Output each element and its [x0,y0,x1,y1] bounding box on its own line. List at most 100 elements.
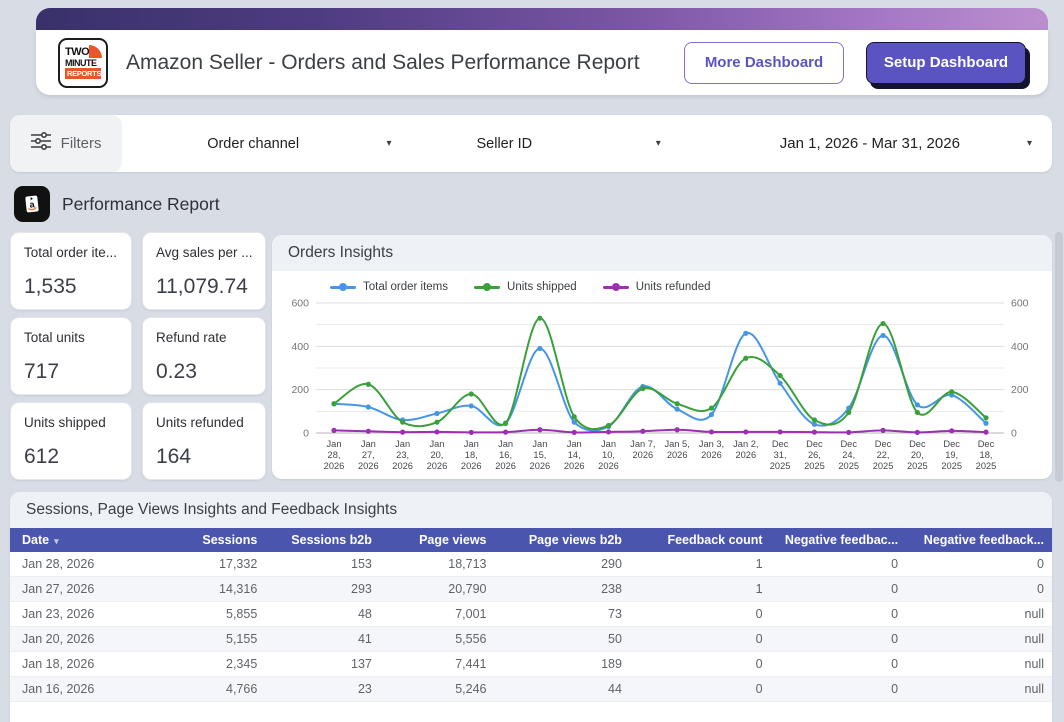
svg-text:Jan 2,: Jan 2, [733,439,758,449]
table-row: Jan 23, 20265,855487,0017300null [10,602,1052,627]
logo-text: REPORTS [65,68,101,79]
table-cell: Jan 16, 2026 [10,677,145,702]
date-range-dropdown[interactable]: Jan 1, 2026 - Mar 31, 2026 ▾ [721,135,1052,152]
svg-text:400: 400 [1011,341,1029,353]
chevron-down-icon: ▾ [656,138,661,149]
svg-text:2026: 2026 [598,461,619,471]
table-row: Jan 16, 20264,766235,2464400null [10,677,1052,702]
table-cell: 0 [630,602,771,627]
table-cell: Jan 23, 2026 [10,602,145,627]
two-minute-reports-logo: TWO MINUTE REPORTS [58,38,108,88]
more-dashboard-button[interactable]: More Dashboard [684,42,844,84]
table-cell: 293 [265,577,380,602]
table-cell: 0 [906,577,1052,602]
table-row: Jan 20, 20265,155415,5565000null [10,627,1052,652]
table-cell: 23 [265,677,380,702]
table-cell: 7,001 [380,602,495,627]
svg-text:400: 400 [291,341,309,353]
table-row: Jan 28, 202617,33215318,713290100 [10,552,1052,577]
filters-button[interactable]: Filters [10,115,122,172]
svg-text:31,: 31, [774,450,787,460]
legend-label: Total order items [363,281,448,293]
svg-text:2025: 2025 [770,461,791,471]
setup-dashboard-button[interactable]: Setup Dashboard [866,42,1026,84]
column-header-page-views[interactable]: Page views [380,528,495,552]
legend-item[interactable]: Units shipped [474,281,577,293]
kpi-label: Avg sales per ... [156,245,259,260]
svg-text:2026: 2026 [392,461,413,471]
svg-text:Dec: Dec [875,439,892,449]
column-header-sessions[interactable]: Sessions [145,528,265,552]
table-cell: 0 [630,627,771,652]
kpi-card-avg-sales-per: Avg sales per ...11,079.74 [142,232,266,310]
legend-item[interactable]: Total order items [330,281,448,293]
scrollbar[interactable] [1055,232,1063,482]
table-cell: Jan 20, 2026 [10,627,145,652]
sessions-table: Date▾SessionsSessions b2bPage viewsPage … [10,528,1052,702]
svg-text:2026: 2026 [564,461,585,471]
svg-text:Jan 5,: Jan 5, [664,439,689,449]
svg-text:Jan: Jan [532,439,547,449]
svg-text:Dec: Dec [840,439,857,449]
table-cell: 5,155 [145,627,265,652]
column-header-sessions-b2b[interactable]: Sessions b2b [265,528,380,552]
svg-text:Dec: Dec [772,439,789,449]
column-header-feedback-count[interactable]: Feedback count [630,528,771,552]
table-cell: 0 [771,552,906,577]
table-cell: 1 [630,577,771,602]
chevron-down-icon: ▾ [386,138,391,149]
table-row: Jan 18, 20262,3451377,44118900null [10,652,1052,677]
svg-text:2026: 2026 [358,461,379,471]
orders-insights-chart: 00200200400400600600Jan28,2026Jan27,2026… [276,295,1046,477]
svg-text:Jan: Jan [327,439,342,449]
table-cell: 50 [495,627,630,652]
svg-text:24,: 24, [842,450,855,460]
table-cell: 5,855 [145,602,265,627]
svg-text:Jan: Jan [464,439,479,449]
table-cell: 18,713 [380,552,495,577]
svg-text:20,: 20, [911,450,924,460]
svg-text:Jan: Jan [395,439,410,449]
kpi-grid: Total order ite...1,535Avg sales per ...… [10,232,266,480]
table-cell: 0 [771,577,906,602]
legend-item[interactable]: Units refunded [603,281,711,293]
chart-card-title: Orders Insights [272,235,1052,271]
svg-text:Dec: Dec [978,439,995,449]
svg-text:2026: 2026 [461,461,482,471]
seller-id-dropdown[interactable]: Seller ID ▾ [476,136,660,152]
column-header-page-views-b2b[interactable]: Page views b2b [495,528,630,552]
seller-id-label: Seller ID [476,136,532,152]
table-cell: 48 [265,602,380,627]
svg-text:200: 200 [1011,384,1029,396]
svg-text:23,: 23, [396,450,409,460]
order-channel-dropdown[interactable]: Order channel ▾ [207,136,391,152]
table-cell: 14,316 [145,577,265,602]
svg-text:15,: 15, [533,450,546,460]
table-cell: 2,345 [145,652,265,677]
kpi-label: Total order ite... [24,245,125,260]
table-cell: 0 [771,627,906,652]
chart-legend: Total order items Units shipped Units refu… [330,281,1052,293]
svg-text:26,: 26, [808,450,821,460]
svg-text:2026: 2026 [530,461,551,471]
svg-text:22,: 22, [877,450,890,460]
svg-text:Jan: Jan [498,439,513,449]
filters-bar: Filters Order channel ▾ Seller ID ▾ Jan … [10,115,1052,172]
column-header-negative-feedback[interactable]: Negative feedback... [906,528,1052,552]
sort-desc-icon: ▾ [54,536,59,546]
svg-text:2025: 2025 [941,461,962,471]
table-cell: 20,790 [380,577,495,602]
table-cell: Jan 18, 2026 [10,652,145,677]
legend-label: Units shipped [507,281,577,293]
svg-text:2026: 2026 [667,450,688,460]
svg-text:2025: 2025 [873,461,894,471]
table-cell: 7,441 [380,652,495,677]
column-header-date[interactable]: Date▾ [10,528,145,552]
svg-text:Jan 7,: Jan 7, [630,439,655,449]
kpi-card-total-order-ite: Total order ite...1,535 [10,232,132,310]
svg-text:2026: 2026 [701,450,722,460]
chevron-down-icon: ▾ [1027,138,1032,149]
section-title: Performance Report [62,194,220,215]
column-header-negative-feedbac[interactable]: Negative feedbac... [771,528,906,552]
svg-text:28,: 28, [328,450,341,460]
